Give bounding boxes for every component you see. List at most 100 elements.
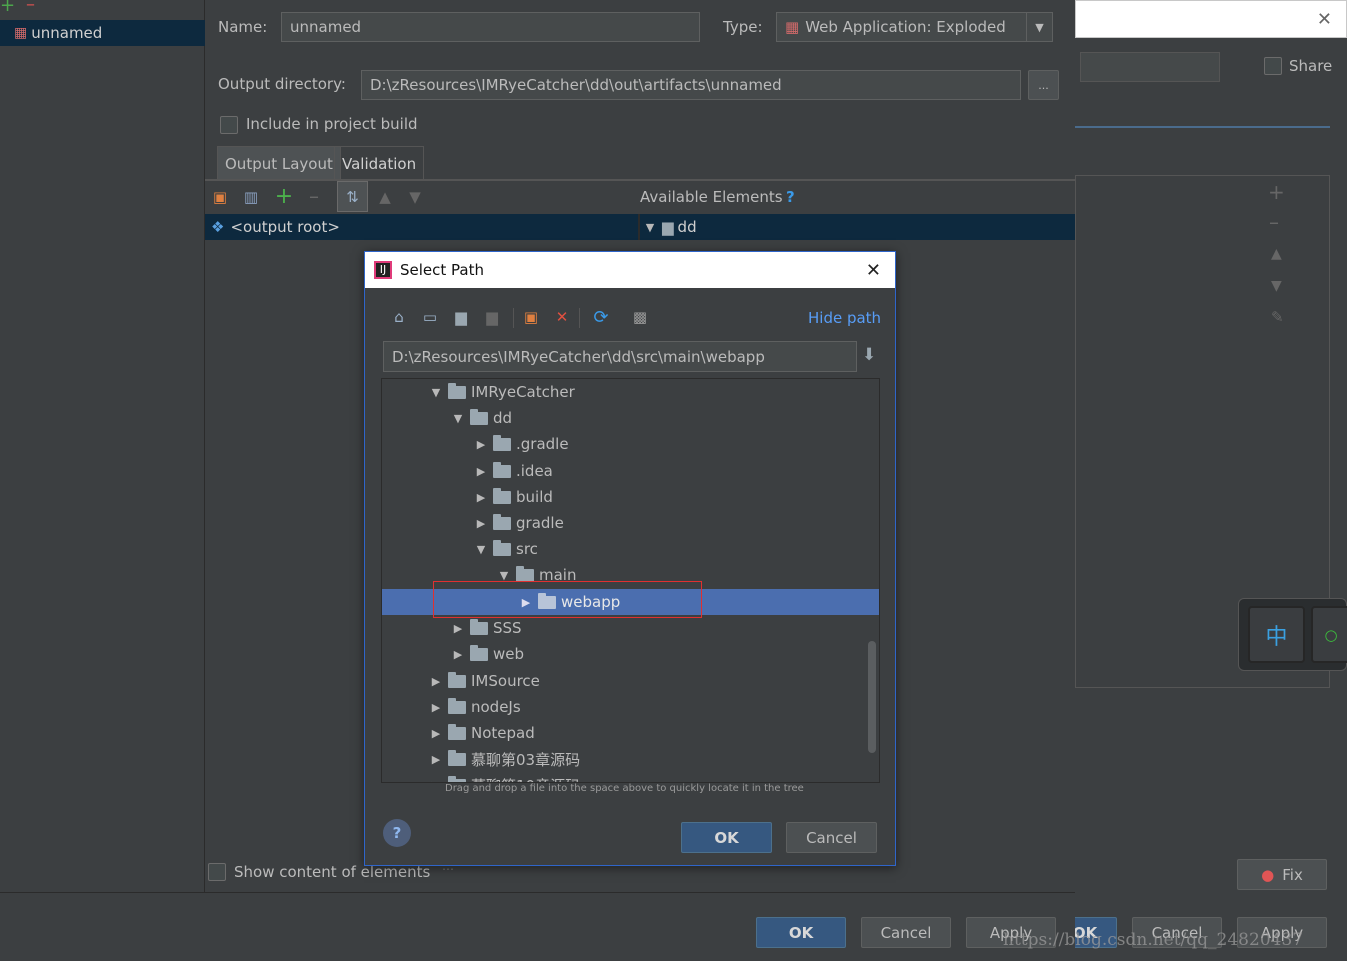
- delete-icon[interactable]: ✕: [551, 306, 573, 328]
- tree-item[interactable]: ▶ 慕聊第03章源码: [382, 746, 879, 772]
- tree-item[interactable]: ▼ IMRyeCatcher: [382, 379, 879, 405]
- tab-validation[interactable]: Validation: [334, 146, 425, 180]
- type-select[interactable]: ▦ Web Application: Exploded ▼: [776, 12, 1053, 42]
- tree-item-label: 慕聊第03章源码: [471, 750, 581, 769]
- ime-toolbar[interactable]: 中 ○: [1238, 598, 1347, 671]
- tab-divider: [205, 179, 1075, 181]
- gift-icon: ▦: [14, 25, 28, 41]
- browse-button[interactable]: ...: [1028, 70, 1059, 100]
- type-label: Type:: [723, 18, 763, 36]
- dialog-ok-button[interactable]: OK: [681, 822, 772, 853]
- expanded-arrow-icon: ▼: [453, 411, 463, 425]
- tree-item-label: src: [516, 540, 538, 558]
- right-pane: Share + – ▲ ▼ ✎ ● Fix OK Cancel Apply 中 …: [1073, 0, 1347, 961]
- new-folder-icon[interactable]: ▣: [209, 186, 231, 208]
- include-build-checkbox[interactable]: [220, 116, 238, 134]
- dialog-help-icon[interactable]: ?: [383, 819, 411, 847]
- artifacts-pane: + – ▦ unnamed: [0, 0, 205, 892]
- fix-button[interactable]: ● Fix: [1237, 859, 1327, 890]
- tree-item[interactable]: ▶ .gradle: [382, 431, 879, 457]
- move-down-icon[interactable]: ▼: [404, 186, 426, 208]
- tree-item[interactable]: ▶ build: [382, 484, 879, 510]
- tree-item[interactable]: ▶ .idea: [382, 458, 879, 484]
- expand-arrow-icon: ▼: [645, 220, 655, 234]
- show-hidden-icon[interactable]: ▩: [629, 306, 651, 328]
- add-element-icon[interactable]: +: [273, 184, 295, 209]
- refresh-icon[interactable]: ⟳: [590, 306, 612, 328]
- right-up-icon[interactable]: ▲: [1271, 246, 1282, 262]
- show-content-checkbox[interactable]: [208, 863, 226, 881]
- highlight-annotation: [433, 581, 702, 618]
- right-add-icon[interactable]: +: [1268, 180, 1285, 204]
- tree-scrollbar[interactable]: [868, 641, 876, 753]
- output-root-label: <output root>: [230, 218, 340, 236]
- archive-icon[interactable]: ▥: [240, 186, 262, 208]
- hide-path-link[interactable]: Hide path: [808, 309, 881, 327]
- new-folder-dialog-icon[interactable]: ▣: [520, 306, 542, 328]
- tree-item-label: .gradle: [516, 435, 569, 453]
- ok-label: OK: [788, 923, 814, 942]
- tree-item[interactable]: ▶ 慕聊第10章源码: [382, 772, 879, 783]
- close-icon[interactable]: ✕: [1317, 9, 1332, 30]
- project-folder-icon[interactable]: ▆: [450, 306, 472, 328]
- add-icon[interactable]: +: [0, 0, 15, 16]
- expanded-arrow-icon: ▼: [431, 385, 441, 399]
- collapsed-arrow-icon: ▶: [431, 726, 441, 740]
- path-input[interactable]: D:\zResources\IMRyeCatcher\dd\src\main\w…: [383, 341, 857, 372]
- remove-icon[interactable]: –: [26, 0, 35, 15]
- watermark: https://blog.csdn.net/qq_24820437: [1003, 930, 1304, 950]
- tree-item[interactable]: ▶ SSS: [382, 615, 879, 641]
- ok-button[interactable]: OK: [756, 917, 846, 948]
- dialog-close-icon[interactable]: ✕: [866, 260, 881, 281]
- tree-item[interactable]: ▶ Notepad: [382, 720, 879, 746]
- include-build-label: Include in project build: [246, 115, 418, 133]
- tree-item[interactable]: ▶ web: [382, 641, 879, 667]
- folder-icon: [448, 671, 466, 688]
- right-blue-line: [1075, 126, 1330, 128]
- sort-icon[interactable]: ⇅: [337, 181, 368, 212]
- home-icon[interactable]: ⌂: [388, 306, 410, 328]
- collapsed-arrow-icon: ▶: [431, 674, 441, 688]
- web-app-icon: ▦: [785, 18, 800, 36]
- ime-mode-icon[interactable]: ○: [1311, 606, 1347, 663]
- folder-icon: [516, 565, 534, 582]
- right-remove-icon[interactable]: –: [1269, 210, 1279, 234]
- right-field[interactable]: [1080, 52, 1220, 82]
- dialog-cancel-button[interactable]: Cancel: [786, 822, 877, 853]
- collapsed-arrow-icon: ▶: [430, 779, 442, 783]
- right-edit-icon[interactable]: ✎: [1271, 308, 1284, 326]
- available-dd-item[interactable]: ▼ ▆ dd: [640, 214, 1075, 240]
- tree-item[interactable]: ▼ src: [382, 536, 879, 562]
- tree-item[interactable]: ▶ nodeJs: [382, 694, 879, 720]
- path-history-icon[interactable]: ⬇: [862, 345, 876, 365]
- right-down-icon[interactable]: ▼: [1271, 278, 1282, 294]
- layout-splitter: [638, 214, 640, 240]
- artifact-item[interactable]: ▦ unnamed: [0, 20, 205, 46]
- fix-label: Fix: [1282, 865, 1303, 884]
- tree-item[interactable]: ▼ dd: [382, 405, 879, 431]
- expanded-arrow-icon: ▼: [499, 568, 509, 582]
- output-dir-input[interactable]: D:\zResources\IMRyeCatcher\dd\out\artifa…: [361, 70, 1021, 100]
- move-up-icon[interactable]: ▲: [374, 186, 396, 208]
- tree-item[interactable]: ▶ IMSource: [382, 668, 879, 694]
- share-checkbox[interactable]: [1264, 57, 1282, 75]
- ime-lang-button[interactable]: 中: [1248, 606, 1305, 663]
- dialog-title-bar: IJ Select Path ✕: [365, 252, 895, 288]
- module-icon[interactable]: ▆: [481, 306, 503, 328]
- help-icon[interactable]: ?: [786, 188, 795, 206]
- expanded-arrow-icon: ▼: [476, 542, 486, 556]
- folder-icon: [448, 749, 466, 766]
- collapsed-arrow-icon: ▶: [476, 516, 486, 530]
- tab-output-layout[interactable]: Output Layout: [217, 146, 341, 180]
- output-root-item[interactable]: ❖ <output root>: [205, 214, 638, 240]
- output-dir-label: Output directory:: [218, 75, 346, 93]
- name-input[interactable]: unnamed: [281, 12, 700, 42]
- remove-element-icon[interactable]: –: [303, 184, 325, 208]
- tree-item[interactable]: ▶ gradle: [382, 510, 879, 536]
- cancel-button[interactable]: Cancel: [861, 917, 951, 948]
- folder-icon: [493, 539, 511, 556]
- desktop-icon[interactable]: ▭: [419, 306, 441, 328]
- tab-validation-label: Validation: [342, 154, 417, 173]
- cancel-label: Cancel: [880, 923, 932, 942]
- type-value: Web Application: Exploded: [805, 18, 1006, 36]
